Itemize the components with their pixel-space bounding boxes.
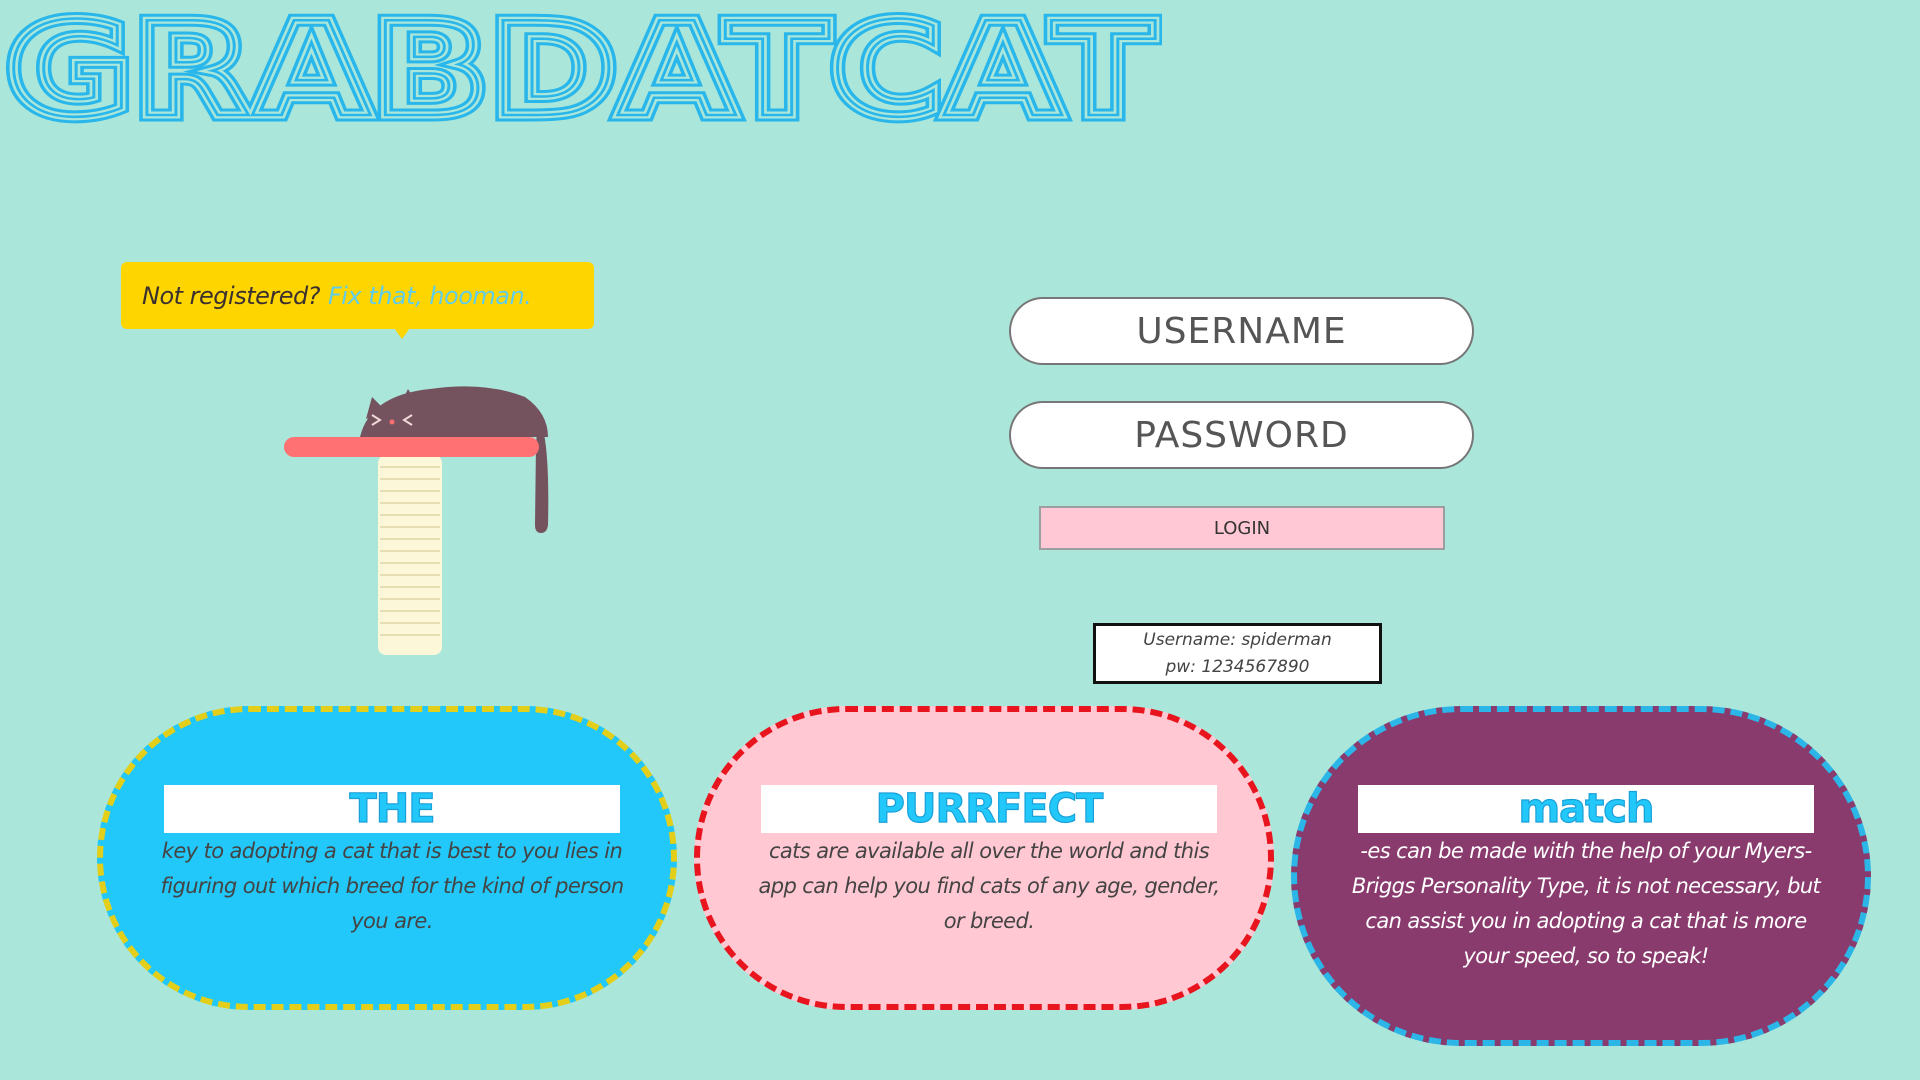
info-card-text: key to adopting a cat that is best to yo…: [160, 839, 624, 933]
password-input[interactable]: [1009, 401, 1474, 469]
demo-username: Username: spiderman: [1143, 630, 1332, 650]
demo-password: pw: 1234567890: [1165, 657, 1310, 677]
username-input[interactable]: [1009, 297, 1474, 365]
login-button[interactable]: LOGIN: [1039, 506, 1445, 550]
info-card-purrfect: PURRFECT cats are available all over the…: [694, 706, 1274, 1010]
cat-shelf: [284, 437, 539, 457]
scratching-post: [378, 455, 442, 655]
signup-prompt: Not registered?: [142, 281, 321, 310]
info-card-match: match -es can be made with the help of y…: [1291, 706, 1871, 1046]
info-card-heading: THE: [164, 785, 620, 833]
grabdatcat-logo: GRABDATCAT GRABDATCAT GRABDATCAT: [2, 0, 1162, 130]
login-page: GRABDATCAT GRABDATCAT GRABDATCAT Not reg…: [0, 0, 1920, 1080]
cat-on-scratching-post-illustration: [284, 386, 549, 655]
svg-text:GRABDATCAT: GRABDATCAT: [6, 0, 1156, 130]
info-card-the: THE key to adopting a cat that is best t…: [97, 706, 677, 1010]
info-card-heading: match: [1358, 785, 1814, 833]
info-card-text: cats are available all over the world an…: [758, 839, 1221, 933]
demo-credentials-box: Username: spiderman pw: 1234567890: [1093, 623, 1382, 684]
register-link[interactable]: Fix that, hooman.: [328, 282, 532, 310]
info-card-text: -es can be made with the help of your My…: [1351, 839, 1821, 968]
signup-bubble: Not registered? Fix that, hooman.: [121, 262, 594, 339]
info-card-heading: PURRFECT: [761, 785, 1217, 833]
